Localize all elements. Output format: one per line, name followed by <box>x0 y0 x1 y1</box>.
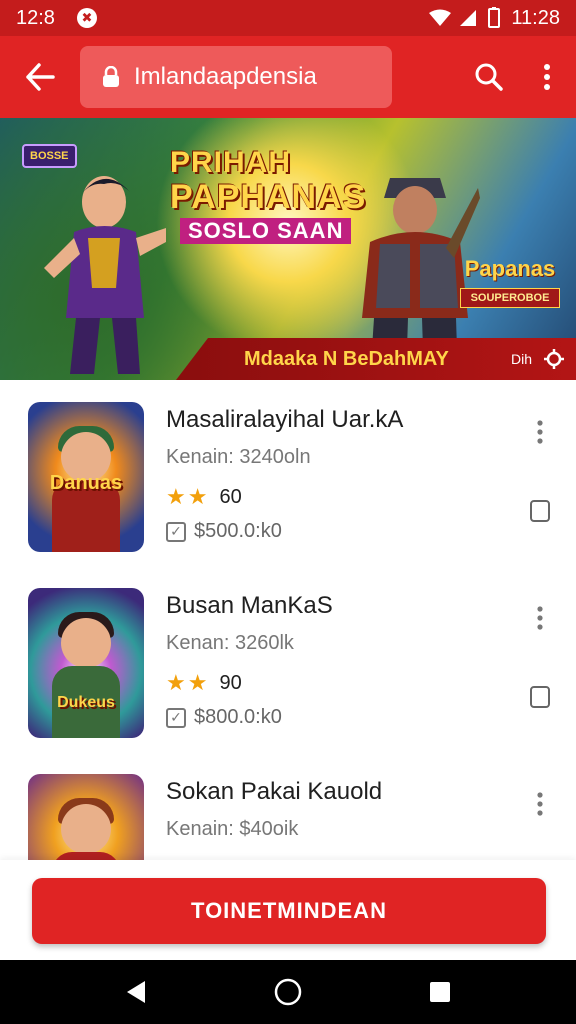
banner-title-line1: PRIHAH <box>170 146 292 179</box>
item-rating: ★★ 60 <box>166 484 242 510</box>
thumbnail-label: Danuas <box>49 472 123 494</box>
game-list: Danuas Masaliralayihal Uar.kA Kenain: 32… <box>0 380 576 860</box>
list-item[interactable]: Dukeus Busan ManKaS Kenan: 3260lk ★★ 90 … <box>0 566 576 752</box>
star-icon: ★★ <box>166 484 210 509</box>
star-icon: ★★ <box>166 670 210 695</box>
thumbnail-label: Dukeus <box>57 694 115 711</box>
item-subtitle: Kenain: 3240oln <box>166 446 311 468</box>
banner-strip-tail: Dih <box>511 349 564 369</box>
item-title[interactable]: Masaliralayihal Uar.kA <box>166 406 403 434</box>
banner-badge: BOSSE <box>22 144 77 168</box>
promo-banner[interactable]: BOSSE PRIHAH PAPHANAS SOSLO SAAN Papanas… <box>0 118 576 380</box>
check-icon: ✓ <box>166 521 186 542</box>
rating-value: 60 <box>219 485 242 508</box>
nav-back-button[interactable] <box>106 962 166 1022</box>
app-bar: Imlandaapdensia <box>0 36 576 118</box>
item-checkbox[interactable] <box>530 686 550 708</box>
banner-right-title: Papanas SOUPEROBOE <box>460 256 560 308</box>
hero-character-left <box>44 176 166 374</box>
back-button[interactable] <box>0 36 80 118</box>
game-thumbnail[interactable]: Dukeus <box>28 588 144 738</box>
status-time-left: 12:8 <box>16 6 55 29</box>
item-more-button[interactable] <box>524 416 556 448</box>
square-recents-icon <box>430 982 450 1002</box>
primary-action-button[interactable]: TOINETMINDEAN <box>32 878 546 944</box>
banner-title-line3: SOSLO SAAN <box>180 218 352 244</box>
nav-recents-button[interactable] <box>410 962 470 1022</box>
banner-strip: Mdaaka N BeDahMAY Dih <box>176 338 576 380</box>
price-value: $500.0:k0 <box>194 520 282 542</box>
arrow-left-icon <box>26 63 55 91</box>
circle-home-icon <box>274 978 302 1006</box>
item-more-button[interactable] <box>524 602 556 634</box>
signal-icon <box>460 10 477 26</box>
banner-title: PRIHAH PAPHANAS SOSLO SAAN <box>170 148 366 244</box>
item-price: ✓ $500.0:k0 <box>166 520 282 543</box>
more-vert-icon <box>537 792 543 816</box>
list-item[interactable]: Danuas Masaliralayihal Uar.kA Kenain: 32… <box>0 380 576 566</box>
game-thumbnail[interactable]: Danuas <box>28 402 144 552</box>
search-text: Imlandaapdensia <box>134 63 317 90</box>
system-nav-bar <box>0 960 576 1024</box>
more-options-button[interactable] <box>518 36 576 118</box>
item-title[interactable]: Busan ManKaS <box>166 592 333 620</box>
item-checkbox[interactable] <box>530 500 550 522</box>
item-rating: ★★ 90 <box>166 670 242 696</box>
more-vert-icon <box>544 64 550 90</box>
more-vert-icon <box>537 420 543 444</box>
list-item[interactable]: Sokan Pakai Kauold Kenain: $40oik <box>0 752 576 860</box>
banner-right-title-text: Papanas <box>464 256 556 281</box>
status-time-right: 11:28 <box>511 6 560 29</box>
lock-icon <box>103 66 119 87</box>
more-vert-icon <box>537 606 543 630</box>
notification-icon: ✖ <box>76 8 97 28</box>
status-bar: 12:8 ✖ 11:28 <box>0 0 576 36</box>
triangle-back-icon <box>127 981 145 1003</box>
item-price: ✓ $800.0:k0 <box>166 706 282 729</box>
rating-value: 90 <box>219 671 242 694</box>
battery-icon <box>488 7 501 28</box>
item-more-button[interactable] <box>524 788 556 820</box>
banner-strip-tail-text: Dih <box>510 351 532 367</box>
item-subtitle: Kenan: 3260lk <box>166 632 294 654</box>
search-field[interactable]: Imlandaapdensia <box>80 46 392 108</box>
item-subtitle: Kenain: $40oik <box>166 818 299 840</box>
search-button[interactable] <box>460 36 518 118</box>
settings-icon <box>544 349 564 369</box>
search-icon <box>475 63 503 91</box>
bottom-action-panel: TOINETMINDEAN <box>0 860 576 960</box>
banner-title-line2: PAPHANAS <box>170 178 367 216</box>
banner-right-subtitle: SOUPEROBOE <box>460 288 560 308</box>
price-value: $800.0:k0 <box>194 706 282 728</box>
item-title[interactable]: Sokan Pakai Kauold <box>166 778 382 806</box>
game-thumbnail[interactable] <box>28 774 144 860</box>
wifi-icon <box>429 9 452 26</box>
check-icon: ✓ <box>166 707 186 728</box>
banner-strip-text: Mdaaka N BeDahMAY <box>244 347 449 370</box>
nav-home-button[interactable] <box>258 962 318 1022</box>
